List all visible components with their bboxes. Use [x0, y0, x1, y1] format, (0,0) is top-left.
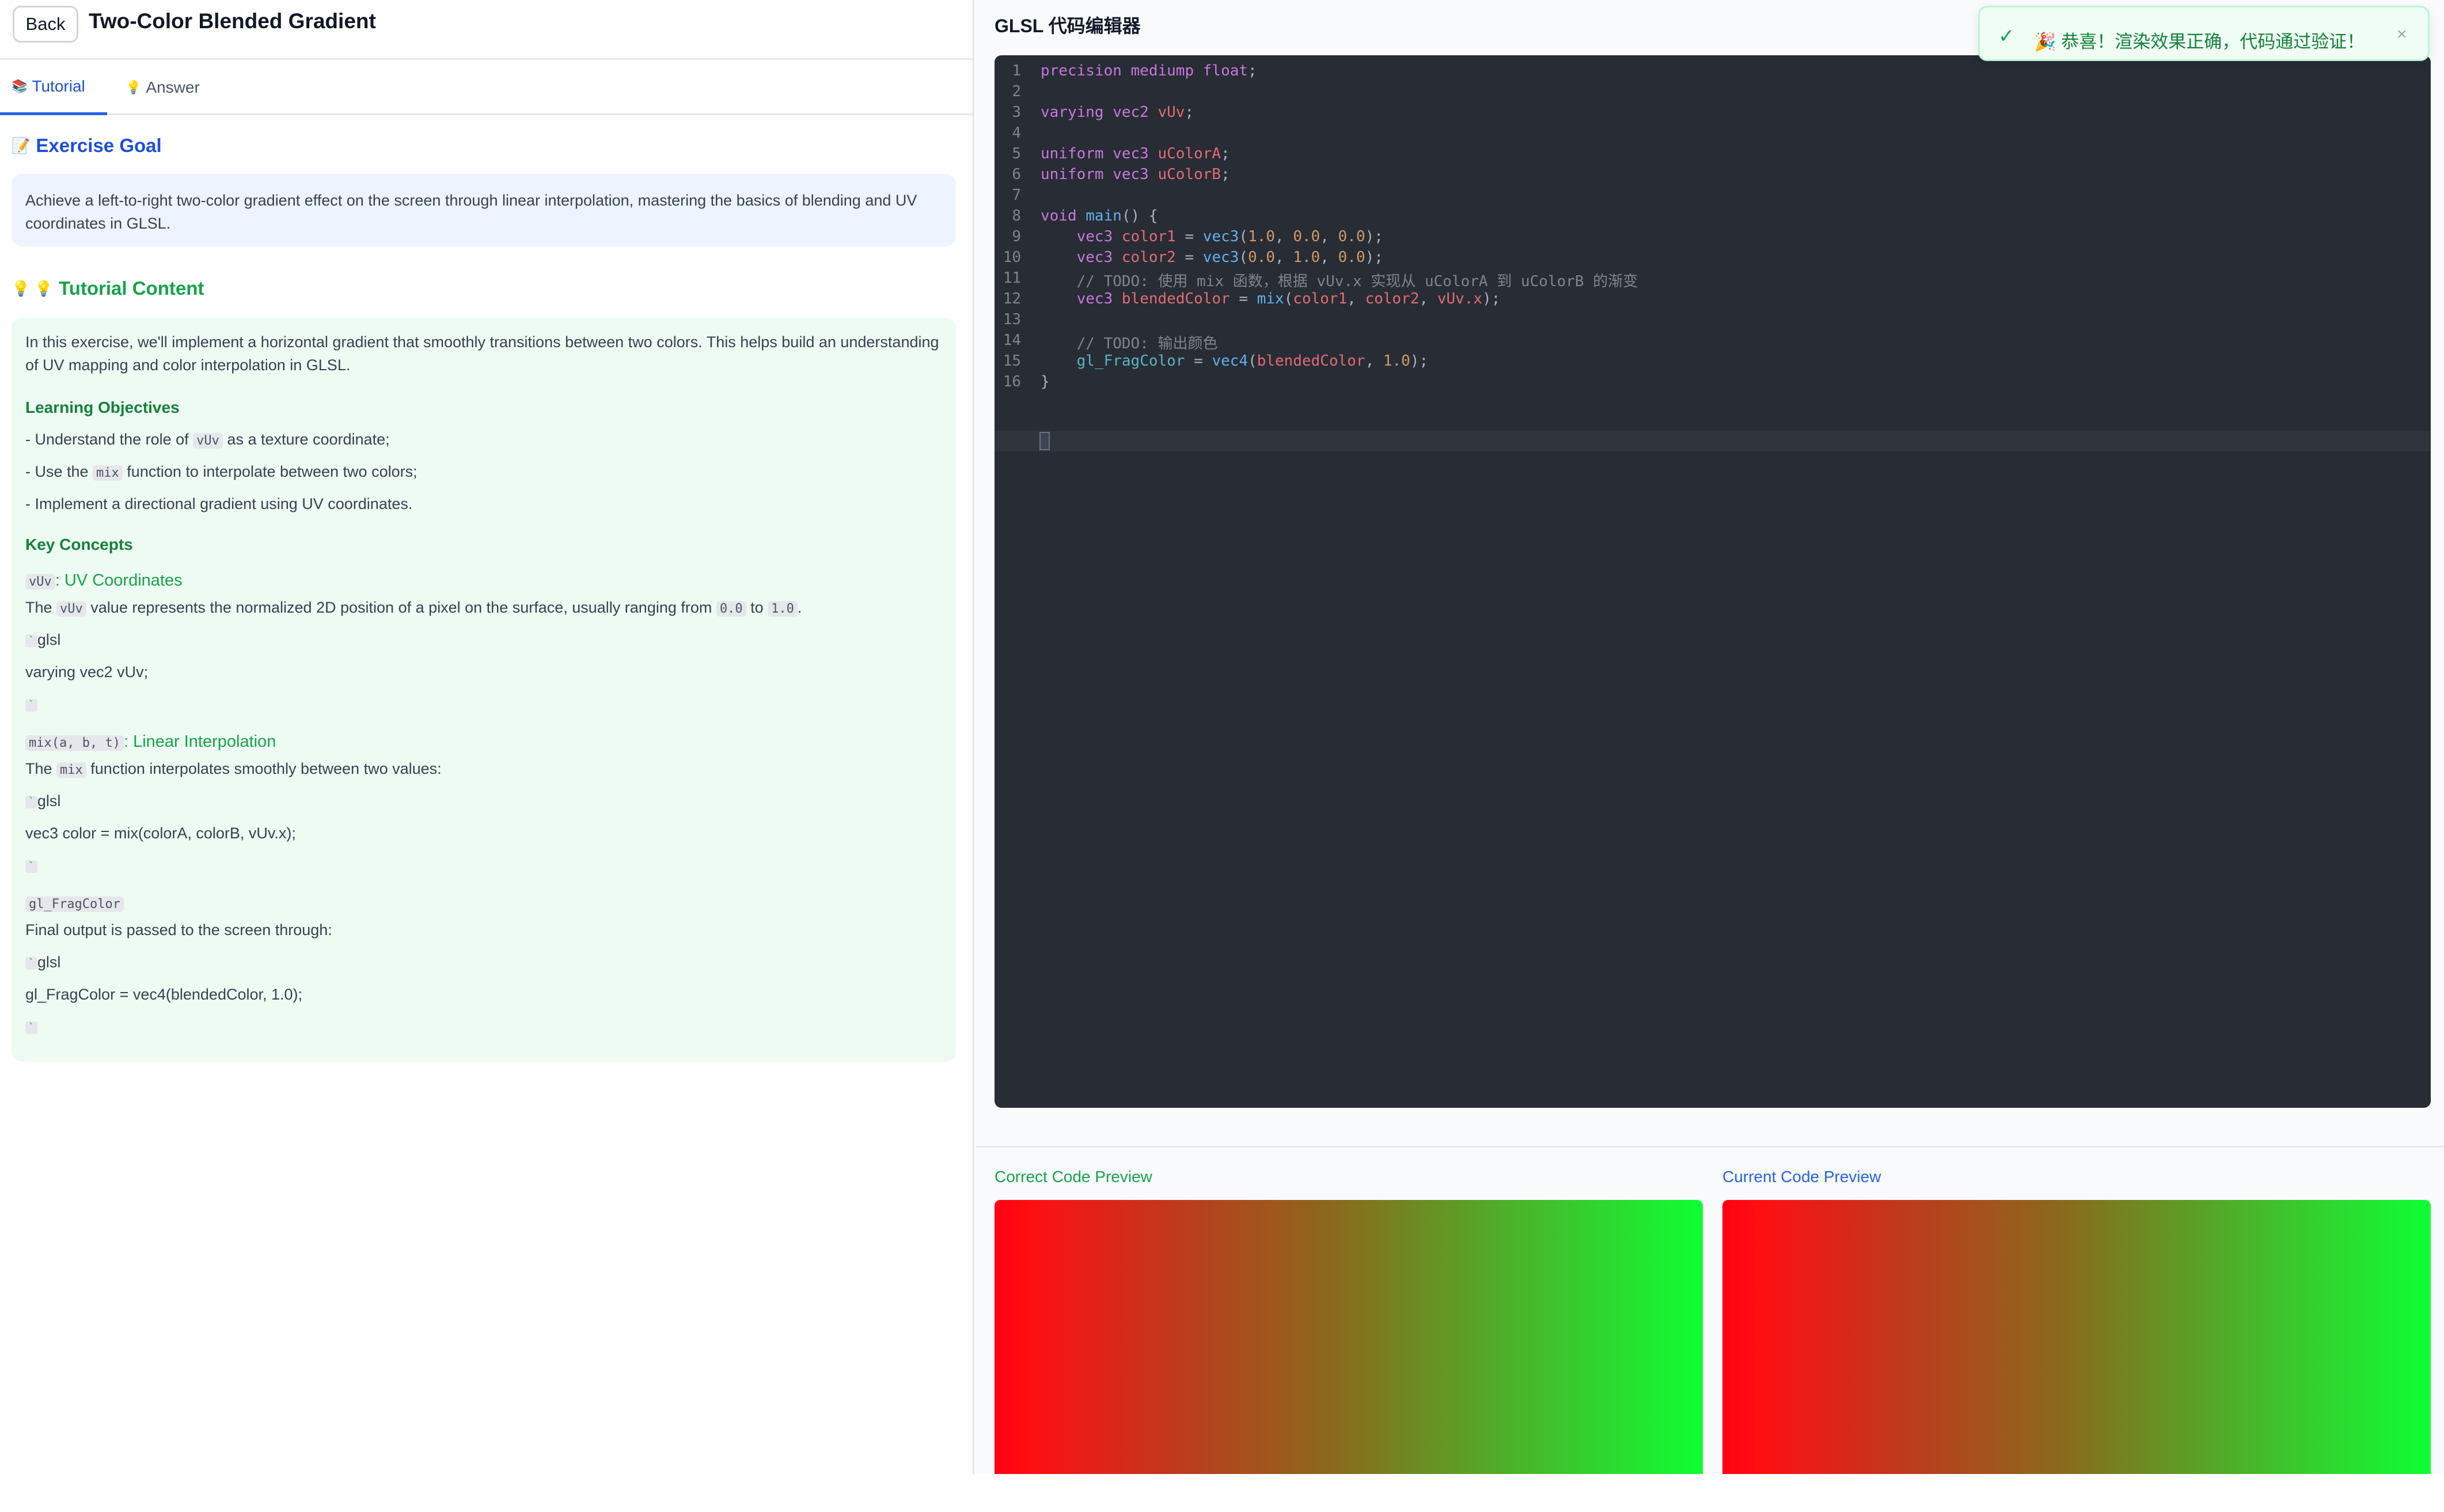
code-line: uniform vec3 uColorB; [1041, 166, 1230, 183]
line-number: 12 [1003, 290, 1021, 307]
toast-message: 🎉 恭喜！渲染效果正确，代码通过验证！ [2034, 32, 2365, 52]
code-line: uniform vec3 uColorA; [1041, 145, 1230, 162]
memo-icon: 📝 [12, 136, 31, 154]
tab-bar: 📚 Tutorial 💡 Answer [0, 60, 974, 115]
tab-tutorial[interactable]: 📚 Tutorial [0, 60, 107, 115]
glsl-code-editor[interactable]: 1 2 3 4 5 6 7 8 9 10 11 12 13 14 15 16 p… [995, 55, 2431, 1108]
code-example: gl_FragColor = vec4(blendedColor, 1.0); [25, 986, 303, 1003]
line-number: 13 [1003, 311, 1021, 328]
line-number: 5 [1012, 145, 1021, 162]
line-number: 3 [1012, 104, 1021, 121]
code-fence-open: ` glsl [25, 631, 60, 649]
concept-uv-title: vUv: UV Coordinates [25, 571, 183, 590]
tutorial-panel: Back Two-Color Blended Gradient 📚 Tutori… [0, 0, 974, 1474]
text-cursor [1039, 432, 1050, 450]
current-preview-canvas [1722, 1200, 2431, 1474]
current-preview-label: Current Code Preview [1722, 1168, 1881, 1186]
code-line: gl_FragColor = vec4(blendedColor, 1.0); [1076, 352, 1429, 370]
books-icon: 📚 [12, 78, 28, 93]
line-number: 14 [1003, 332, 1021, 349]
code-example: varying vec2 vUv; [25, 663, 149, 681]
exercise-goal-heading: 📝 Exercise Goal [12, 135, 162, 157]
code-line: vec3 blendedColor = mix(color1, color2, … [1076, 290, 1501, 307]
concept-uv-text: The vUv value represents the normalized … [25, 599, 802, 617]
code-line: precision mediump float; [1041, 62, 1257, 79]
line-number: 11 [1003, 269, 1021, 287]
code-fence-close: ` [25, 857, 37, 875]
code-fence-close: ` [25, 696, 37, 713]
inline-code: mix [93, 465, 123, 481]
concept-mix-text: The mix function interpolates smoothly b… [25, 760, 442, 778]
lightbulb-icon: 💡 💡 [12, 279, 53, 297]
tab-answer[interactable]: 💡 Answer [126, 60, 212, 115]
code-fence-close: ` [25, 1018, 37, 1036]
correct-preview-label: Correct Code Preview [995, 1168, 1152, 1186]
page-title: Two-Color Blended Gradient [89, 9, 376, 33]
lightbulb-icon: 💡 [126, 80, 142, 94]
concept-fragcolor-text: Final output is passed to the screen thr… [25, 921, 332, 939]
tutorial-content-box: In this exercise, we'll implement a hori… [12, 318, 956, 1062]
inline-code: mix(a, b, t) [25, 735, 124, 751]
divider [976, 1146, 2444, 1148]
active-line-highlight [995, 431, 2431, 451]
tab-tutorial-label: Tutorial [32, 77, 85, 95]
code-line: } [1041, 373, 1050, 390]
code-fence-open: ` glsl [25, 792, 60, 810]
tutorial-content-heading: 💡 💡 Tutorial Content [12, 278, 204, 299]
code-line: void main() { [1041, 207, 1158, 225]
header-bar: Back Two-Color Blended Gradient [0, 0, 974, 60]
objective-item: - Understand the role of vUv as a textur… [25, 431, 390, 449]
code-fence-open: ` glsl [25, 953, 60, 971]
objective-item: - Use the mix function to interpolate be… [25, 463, 418, 481]
code-line: // TODO: 输出颜色 [1076, 335, 1218, 352]
line-number: 1 [1012, 62, 1021, 79]
code-line: // TODO: 使用 mix 函数，根据 vUv.x 实现从 uColorA … [1076, 273, 1638, 290]
check-icon: ✓ [1998, 25, 2015, 47]
editor-title: GLSL 代码编辑器 [995, 16, 1141, 36]
line-number: 8 [1012, 207, 1021, 225]
inline-code: gl_FragColor [25, 896, 124, 912]
tutorial-intro: In this exercise, we'll implement a hori… [25, 333, 939, 374]
line-number: 9 [1012, 228, 1021, 245]
line-number: 15 [1003, 352, 1021, 370]
success-toast: ✓ 🎉 恭喜！渲染效果正确，代码通过验证！ × [1978, 6, 2430, 61]
editor-panel: GLSL 代码编辑器 1 2 3 4 5 6 7 8 9 10 11 12 13… [976, 0, 2444, 1474]
line-number: 10 [1003, 249, 1021, 266]
concept-mix-title: mix(a, b, t): Linear Interpolation [25, 732, 276, 751]
exercise-goal-title: Exercise Goal [36, 135, 162, 156]
back-button[interactable]: Back [13, 6, 78, 43]
line-number: 6 [1012, 166, 1021, 183]
code-line: vec3 color2 = vec3(0.0, 1.0, 0.0); [1076, 249, 1383, 266]
correct-preview-canvas [995, 1200, 1703, 1474]
line-number: 7 [1012, 187, 1021, 204]
inline-code: vUv [25, 574, 55, 590]
line-number: 4 [1012, 124, 1021, 142]
close-icon[interactable]: × [2397, 25, 2407, 44]
tutorial-content-title: Tutorial Content [58, 278, 204, 299]
line-number: 16 [1003, 373, 1021, 390]
inline-code: vUv [193, 433, 223, 449]
line-number: 2 [1012, 83, 1021, 100]
objective-item: - Implement a directional gradient using… [25, 495, 413, 512]
code-example: vec3 color = mix(colorA, colorB, vUv.x); [25, 825, 296, 842]
code-line: varying vec2 vUv; [1041, 104, 1194, 121]
tab-answer-label: Answer [146, 78, 200, 96]
concept-fragcolor-title: gl_FragColor [25, 894, 124, 913]
code-line: vec3 color1 = vec3(1.0, 0.0, 0.0); [1076, 228, 1383, 245]
learning-objectives-heading: Learning Objectives [25, 398, 180, 416]
key-concepts-heading: Key Concepts [25, 535, 133, 553]
exercise-goal-text: Achieve a left-to-right two-color gradie… [12, 174, 956, 246]
